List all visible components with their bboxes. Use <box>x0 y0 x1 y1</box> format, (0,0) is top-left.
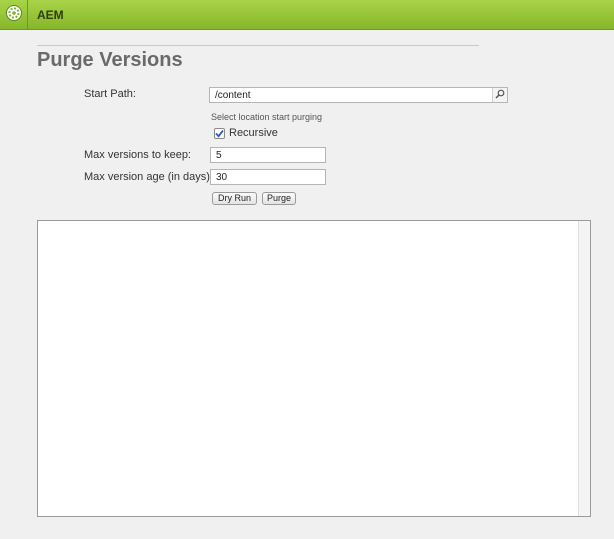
max-age-input[interactable] <box>210 169 326 185</box>
output-panel <box>37 220 591 517</box>
logo-button[interactable] <box>0 0 28 30</box>
top-bar: AEM <box>0 0 614 30</box>
max-age-label: Max version age (in days): <box>84 171 213 183</box>
app-title: AEM <box>37 8 64 22</box>
header-divider <box>37 45 479 46</box>
start-path-input[interactable] <box>210 88 492 102</box>
browse-path-button[interactable] <box>492 88 507 102</box>
start-path-field <box>209 87 508 103</box>
purge-button[interactable]: Purge <box>262 192 296 205</box>
recursive-label: Recursive <box>229 127 278 139</box>
output-scrollbar[interactable] <box>578 221 590 516</box>
checkmark-icon <box>215 125 224 143</box>
adobe-experience-manager-logo-icon <box>5 4 23 27</box>
search-icon <box>495 86 505 104</box>
start-path-hint: Select location start purging <box>211 112 323 122</box>
dry-run-button[interactable]: Dry Run <box>212 192 257 205</box>
page-title: Purge Versions <box>37 49 183 71</box>
recursive-checkbox[interactable] <box>214 128 225 139</box>
max-versions-input[interactable] <box>210 147 326 163</box>
max-versions-label: Max versions to keep: <box>84 149 191 161</box>
start-path-label: Start Path: <box>84 88 136 100</box>
